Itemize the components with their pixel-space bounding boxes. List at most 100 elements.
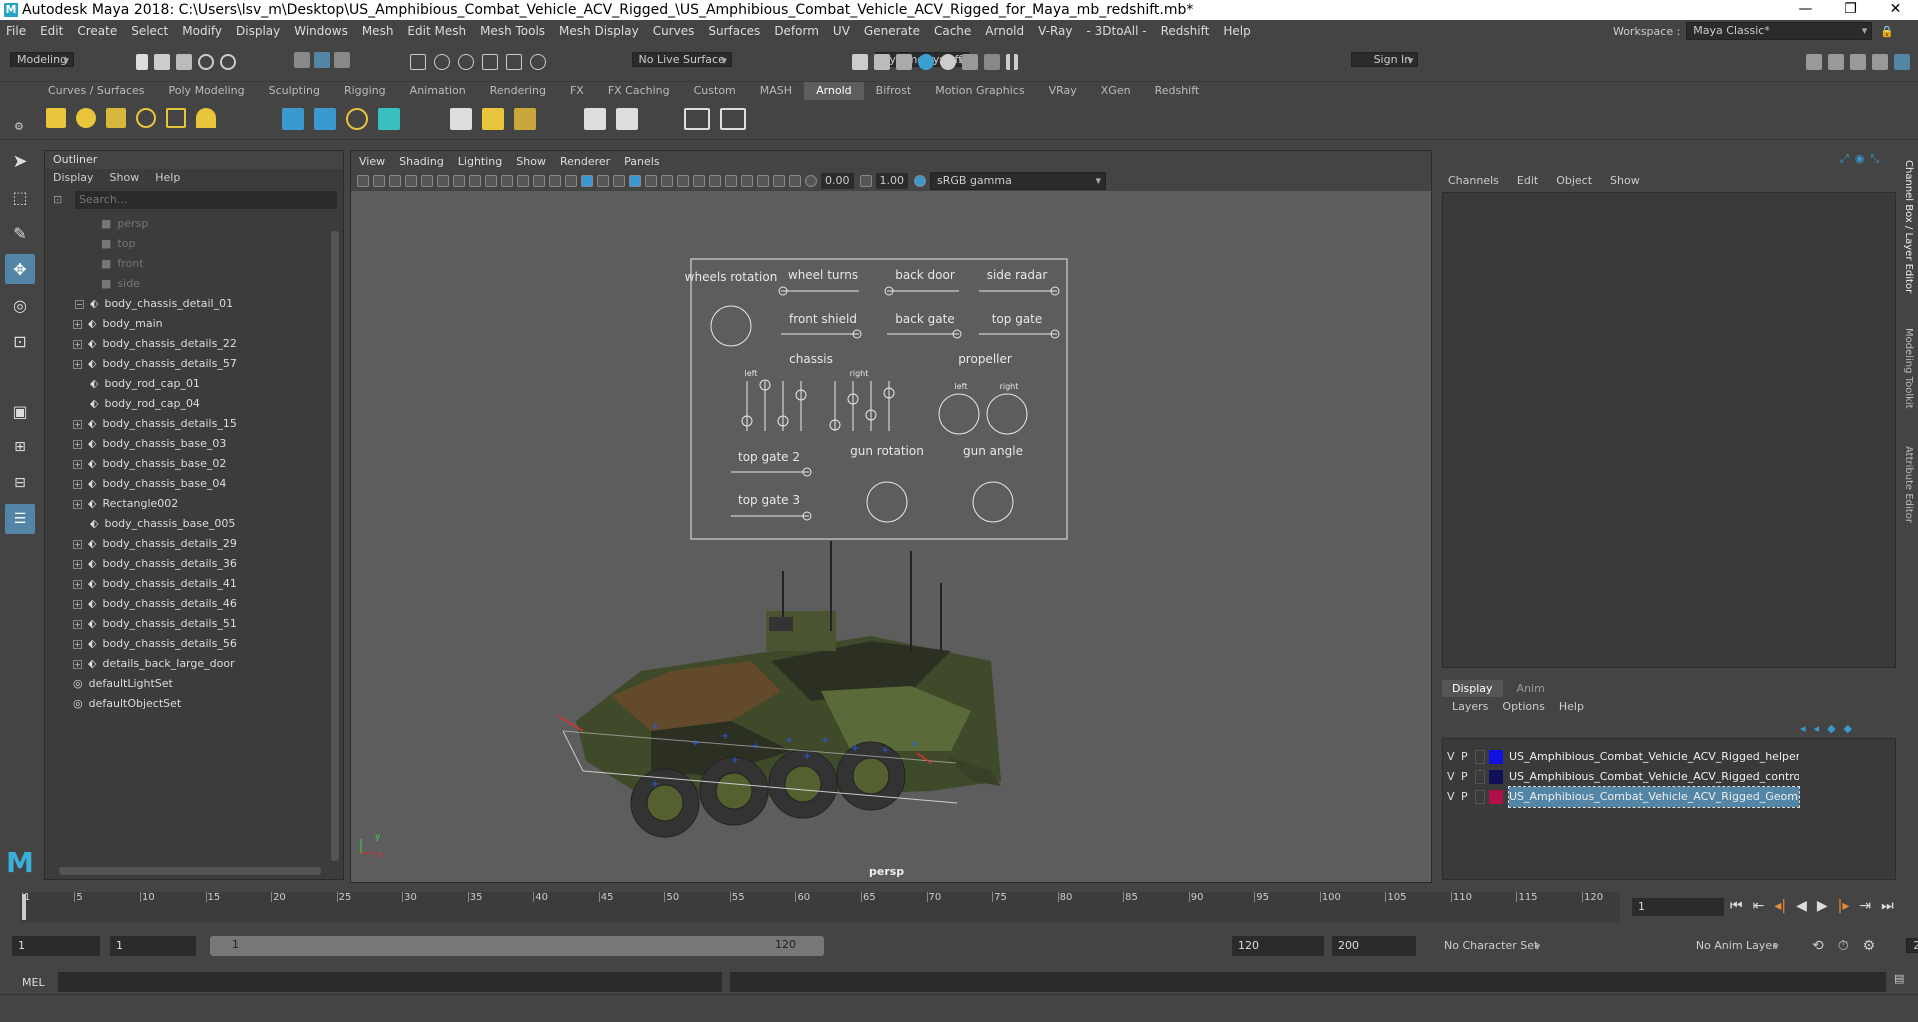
exposure-icon[interactable] [805,175,817,187]
script-editor-icon[interactable]: ▤ [1894,972,1904,985]
redo-icon[interactable] [220,54,236,70]
menu-select[interactable]: Select [131,24,168,38]
create-standin-icon[interactable] [282,108,304,130]
current-frame-field[interactable]: 1 [1632,898,1724,916]
menu-redshift[interactable]: Redshift [1161,24,1210,38]
outliner-item[interactable]: + ⬖ body_chassis_details_29 [45,534,327,554]
camera-attr-icon[interactable] [373,175,385,187]
arnold-render-icon[interactable] [962,54,978,70]
current-time-marker[interactable] [22,894,26,920]
field-chart-icon[interactable] [517,175,529,187]
filter-icon[interactable]: ⊡ [53,193,62,206]
menu-uv[interactable]: UV [833,24,850,38]
outliner-layout-icon[interactable]: ☰ [5,504,35,534]
menu-edit[interactable]: Edit [40,24,63,38]
channel-icon-a[interactable]: ⤢ [1840,152,1849,166]
mesh-light-icon[interactable] [76,108,96,128]
expand-toggle-icon[interactable]: + [73,440,82,449]
layer-tab-display[interactable]: Display [1442,680,1503,697]
convert-tx-icon[interactable] [482,108,504,130]
menu-set-dropdown[interactable]: Modeling [10,52,75,67]
snap-surface-icon[interactable] [506,54,522,70]
tool-settings-icon[interactable] [1872,54,1888,70]
shelf-tab-rigging[interactable]: Rigging [332,82,398,100]
anti-aliasing-icon[interactable] [709,175,721,187]
textured-icon[interactable] [629,175,641,187]
volume-icon[interactable] [378,108,400,130]
shelf-tab-fx-caching[interactable]: FX Caching [596,82,682,100]
screen-space-ao-icon[interactable] [677,175,689,187]
channel-menu-edit[interactable]: Edit [1517,174,1538,187]
auto-key-icon[interactable]: ⏱ [1838,938,1849,954]
go-to-end-icon[interactable]: ⏭ [1881,898,1894,914]
restore-button[interactable]: ❐ [1828,0,1873,18]
expand-toggle-icon[interactable]: + [73,580,82,589]
menu-modify[interactable]: Modify [182,24,222,38]
layer-row[interactable]: V P US_Amphibious_Combat_Vehicle_ACV_Rigge… [1443,786,1895,808]
side-tab-modeling-toolkit[interactable]: Modeling Toolkit [1903,328,1914,409]
license-manager-icon[interactable] [584,108,606,130]
shelf-tab-fx[interactable]: FX [558,82,596,100]
move-layer-up-icon[interactable]: ◂ [1800,722,1806,735]
film-gate-icon[interactable] [469,175,481,187]
safe-action-icon[interactable] [533,175,545,187]
step-back-frame-icon[interactable]: ◂| [1774,898,1786,914]
layer-visibility-toggle[interactable]: V [1447,787,1461,807]
fps-dropdown[interactable]: 24 fps [1906,938,1918,953]
expand-toggle-icon[interactable]: + [73,360,82,369]
minimize-button[interactable]: — [1783,0,1828,18]
close-button[interactable]: ✕ [1873,0,1918,18]
render-preview-icon[interactable] [684,108,710,130]
rotate-tool-icon[interactable]: ◎ [5,290,35,320]
export-standin-icon[interactable] [314,108,336,130]
attribute-editor-icon[interactable] [1850,54,1866,70]
shelf-tab-animation[interactable]: Animation [398,82,478,100]
ipr-render-icon[interactable] [896,54,912,70]
shelf-tab-bifrost[interactable]: Bifrost [864,82,924,100]
four-view-icon[interactable]: ⊞ [5,432,35,462]
menu-edit-mesh[interactable]: Edit Mesh [407,24,466,38]
layer-visibility-toggle[interactable]: V [1447,747,1461,767]
outliner-hscrollbar[interactable] [59,867,321,875]
render-frame-icon[interactable] [874,54,890,70]
menu-file[interactable]: File [6,24,26,38]
expand-toggle-icon[interactable]: + [73,500,82,509]
expand-toggle-icon[interactable]: + [73,560,82,569]
channel-icon-c[interactable]: ⤡ [1870,152,1879,166]
viewport-menu-shading[interactable]: Shading [399,155,444,168]
outliner-item[interactable]: ◎ defaultLightSet [45,674,327,694]
grid-icon[interactable] [453,175,465,187]
outliner-item[interactable]: ◎ defaultObjectSet [45,694,327,714]
snap-curve-icon[interactable] [434,54,450,70]
move-tool-icon[interactable]: ✥ [5,254,35,284]
outliner-item[interactable]: + ⬖ body_chassis_details_15 [45,414,327,434]
menu-cache[interactable]: Cache [934,24,971,38]
new-layer-icon[interactable]: ◆ [1827,722,1835,735]
layer-color-swatch[interactable] [1489,750,1503,764]
wireframe-on-shaded-icon[interactable] [613,175,625,187]
xray-components-icon[interactable] [789,175,801,187]
paint-select-icon[interactable]: ✎ [5,218,35,248]
snap-grid-icon[interactable] [410,54,426,70]
scale-tool-icon[interactable]: ⊡ [5,326,35,356]
gamma-field[interactable]: 1.00 [875,173,908,189]
expand-toggle-icon[interactable]: + [73,320,82,329]
xray-joints-icon[interactable] [773,175,785,187]
shelf-settings-icon[interactable]: ⚙ [14,120,24,133]
channel-menu-show[interactable]: Show [1610,174,1640,187]
outliner-item[interactable]: + ⬖ body_chassis_details_57 [45,354,327,374]
select-hierarchy-icon[interactable] [294,52,310,68]
mel-label[interactable]: MEL [22,976,45,989]
shelf-tab-arnold[interactable]: Arnold [804,82,864,100]
layer-menu-help[interactable]: Help [1559,700,1584,713]
physical-sky-icon[interactable] [196,108,216,128]
layer-menu-layers[interactable]: Layers [1452,700,1488,713]
outliner-item[interactable]: ⬖ body_chassis_base_005 [45,514,327,534]
viewport-menu-panels[interactable]: Panels [624,155,659,168]
menu-mesh-display[interactable]: Mesh Display [559,24,639,38]
menu-create[interactable]: Create [77,24,117,38]
menu-generate[interactable]: Generate [864,24,920,38]
outliner-item[interactable]: + ⬖ body_chassis_details_51 [45,614,327,634]
layer-row[interactable]: V P US_Amphibious_Combat_Vehicle_ACV_Rigge… [1443,747,1895,767]
expand-toggle-icon[interactable]: + [73,620,82,629]
